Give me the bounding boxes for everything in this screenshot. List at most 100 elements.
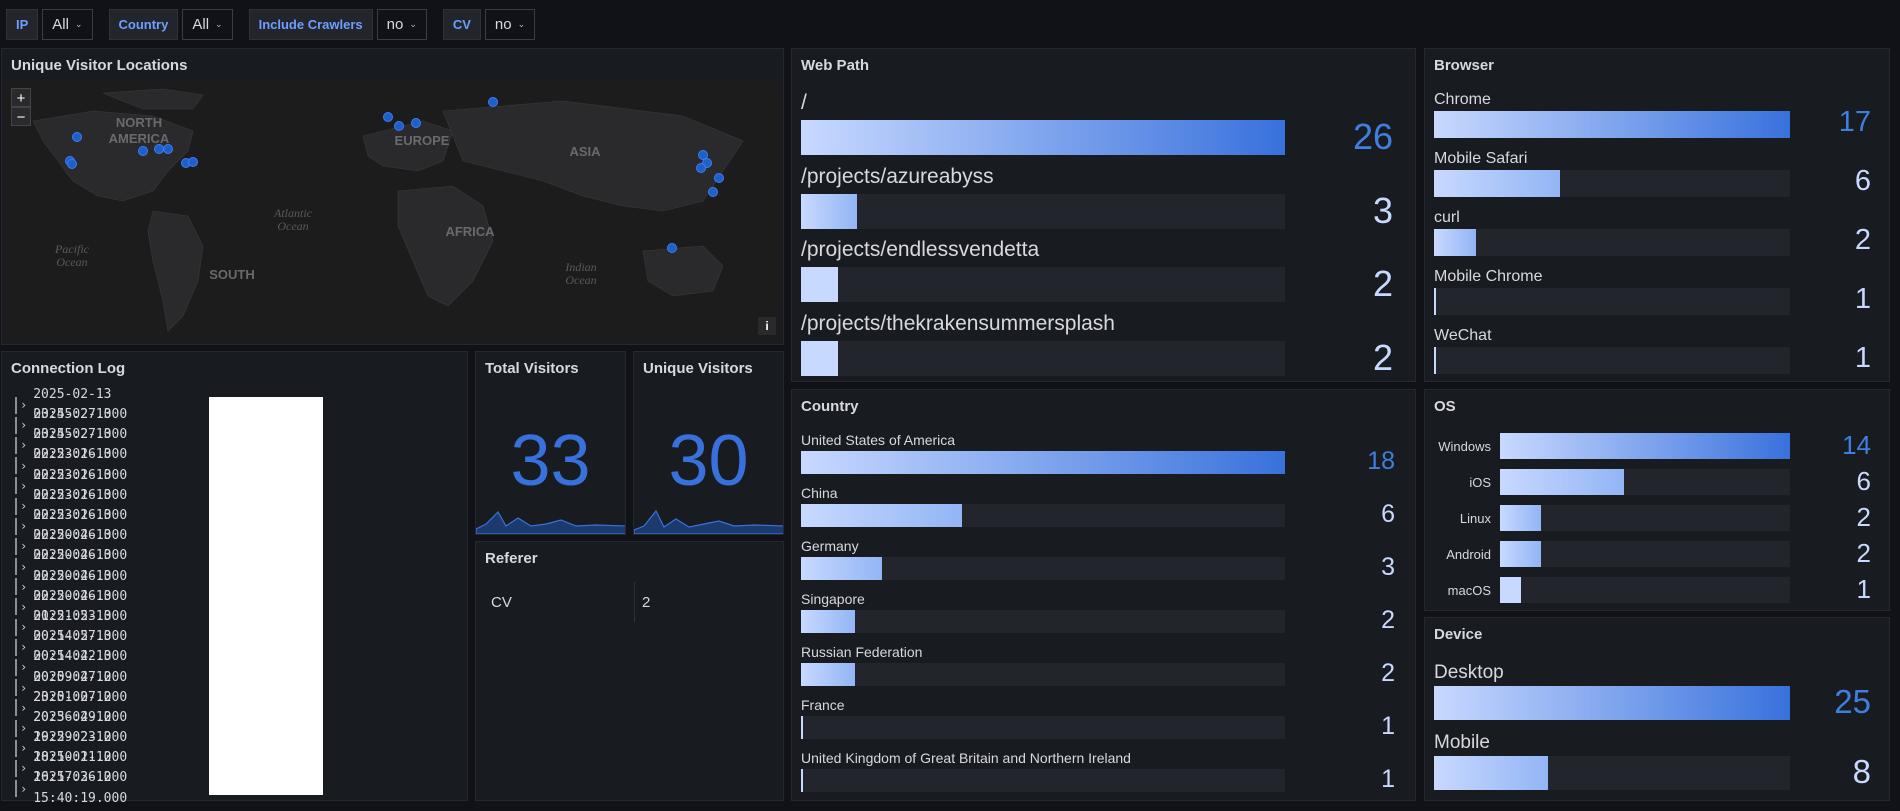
browser-item-label: WeChat bbox=[1434, 327, 1492, 344]
country-item-bar bbox=[801, 716, 1285, 739]
web_path-item-bar-fill bbox=[801, 341, 838, 377]
log-row-indicator bbox=[15, 679, 17, 697]
web_path-item-label: /projects/thekrakensummersplash bbox=[801, 312, 1115, 336]
chevron-right-icon: › bbox=[20, 539, 28, 554]
zoom-in-button[interactable]: + bbox=[11, 88, 31, 107]
var-ip-label: IP bbox=[6, 9, 39, 40]
os-item-value: 6 bbox=[1856, 466, 1871, 496]
unique-visitors-sparkline bbox=[634, 509, 783, 534]
country-title: Country bbox=[801, 398, 859, 415]
referer-row-name: CV bbox=[491, 594, 512, 611]
device-item-label: Desktop bbox=[1434, 662, 1504, 683]
log-row-indicator bbox=[15, 739, 17, 757]
chevron-right-icon: › bbox=[20, 559, 28, 574]
map-label-america: AMERICA bbox=[109, 131, 170, 146]
web_path-item-bar-fill bbox=[801, 267, 838, 303]
web_path-item-bar bbox=[801, 120, 1285, 155]
log-row-indicator bbox=[15, 598, 17, 616]
country-item-bar-fill bbox=[801, 663, 855, 686]
web_path-item-bar bbox=[801, 341, 1285, 377]
zoom-out-button[interactable]: − bbox=[11, 107, 31, 126]
map-label-north: NORTH bbox=[116, 115, 162, 130]
var-country-value: All bbox=[192, 16, 210, 33]
os-item-label: macOS bbox=[1447, 583, 1491, 598]
browser-item-label: Chrome bbox=[1434, 91, 1491, 108]
country-item-bar bbox=[801, 769, 1285, 792]
chevron-right-icon: › bbox=[20, 700, 28, 715]
country-item-value: 1 bbox=[1381, 765, 1395, 793]
total-visitors-panel: Total Visitors 33 bbox=[475, 351, 626, 535]
os-item-label: Windows bbox=[1438, 439, 1491, 454]
var-crawlers-select[interactable]: no ⌄ bbox=[376, 9, 427, 40]
country-item-label: Russian Federation bbox=[801, 644, 923, 660]
os-title: OS bbox=[1434, 398, 1456, 415]
os-item-bar bbox=[1500, 577, 1790, 603]
web_path-item-bar bbox=[801, 267, 1285, 303]
var-crawlers-label: Include Crawlers bbox=[248, 9, 373, 40]
var-cv-value: no bbox=[494, 16, 512, 33]
os-item-bar-fill bbox=[1500, 505, 1541, 531]
chevron-right-icon: › bbox=[20, 398, 28, 412]
browser-item-bar-fill bbox=[1434, 111, 1790, 138]
var-country-select[interactable]: All ⌄ bbox=[182, 9, 233, 40]
web_path-item-value: 26 bbox=[1352, 116, 1393, 157]
os-item-label: Android bbox=[1446, 547, 1491, 562]
world-map[interactable]: NORTH AMERICA EUROPE ASIA AFRICA SOUTH A… bbox=[3, 81, 782, 343]
browser-item-bar bbox=[1434, 111, 1790, 138]
chevron-right-icon: › bbox=[20, 741, 28, 756]
var-cv-select[interactable]: no ⌄ bbox=[484, 9, 536, 40]
browser-item-value: 2 bbox=[1854, 224, 1871, 256]
var-ip-value: All bbox=[52, 16, 69, 33]
log-row-indicator bbox=[15, 719, 17, 737]
os-item-bar-fill bbox=[1500, 433, 1790, 459]
map-label-africa: AFRICA bbox=[445, 224, 495, 239]
country-item-label: France bbox=[801, 697, 845, 713]
chevron-down-icon: ⌄ bbox=[517, 19, 526, 29]
country-item-bar-fill bbox=[801, 610, 855, 633]
var-cv-label: CV bbox=[442, 9, 481, 40]
browser-item-label: curl bbox=[1434, 209, 1460, 226]
unique-visitors-panel: Unique Visitors 30 bbox=[633, 351, 784, 535]
web_path-item-bar bbox=[801, 193, 1285, 229]
chevron-right-icon: › bbox=[20, 438, 28, 453]
connection-log-list: › 2025-02-13 03:45:27.000 › 2025-02-13 03:4… bbox=[15, 387, 205, 806]
os-item-bar bbox=[1500, 505, 1790, 531]
os-item-bar bbox=[1500, 541, 1790, 567]
country-item-bar-fill bbox=[801, 557, 882, 580]
var-ip-select[interactable]: All ⌄ bbox=[42, 9, 93, 40]
device-item-bar-fill bbox=[1434, 756, 1548, 790]
log-row-indicator bbox=[15, 578, 17, 596]
browser-item-value: 1 bbox=[1854, 342, 1871, 374]
country-item-label: Singapore bbox=[801, 591, 865, 607]
chevron-right-icon: › bbox=[20, 660, 28, 675]
country-item-value: 1 bbox=[1381, 712, 1395, 740]
log-row-indicator bbox=[15, 659, 17, 677]
log-timestamp: 2025-02-12 15:40:19.000 bbox=[33, 770, 128, 806]
svg-text:Pacific: Pacific bbox=[54, 242, 90, 256]
os-item-value: 2 bbox=[1856, 538, 1871, 568]
chevron-right-icon: › bbox=[20, 781, 28, 796]
os-item-value: 14 bbox=[1842, 430, 1871, 460]
variables-bar: IP All ⌄ Country All ⌄ Include Crawlers no… bbox=[6, 9, 551, 40]
web-path-title: Web Path bbox=[801, 57, 870, 74]
country-item-label: United States of America bbox=[801, 432, 956, 448]
log-row-indicator bbox=[15, 436, 17, 454]
log-row-indicator bbox=[15, 396, 17, 414]
os-item-label: iOS bbox=[1469, 475, 1491, 490]
unique-visitors-value: 30 bbox=[668, 421, 749, 501]
chevron-right-icon: › bbox=[20, 418, 28, 433]
log-message-area bbox=[209, 397, 323, 795]
total-visitors-value: 33 bbox=[510, 421, 591, 501]
map-attribution-info-icon[interactable]: i bbox=[758, 317, 776, 335]
os-item-value: 1 bbox=[1856, 574, 1871, 604]
country-item-value: 2 bbox=[1381, 659, 1395, 687]
log-row[interactable]: › 2025-02-12 15:40:19.000 bbox=[15, 770, 205, 806]
log-row-indicator bbox=[15, 457, 17, 475]
country-item-value: 6 bbox=[1381, 500, 1395, 528]
chevron-right-icon: › bbox=[20, 721, 28, 735]
country-item-bar-fill bbox=[801, 451, 1285, 474]
chevron-right-icon: › bbox=[20, 498, 28, 513]
var-crawlers-value: no bbox=[386, 16, 404, 33]
map-label-south: SOUTH bbox=[209, 267, 255, 282]
browser-item-bar-fill bbox=[1434, 288, 1436, 315]
